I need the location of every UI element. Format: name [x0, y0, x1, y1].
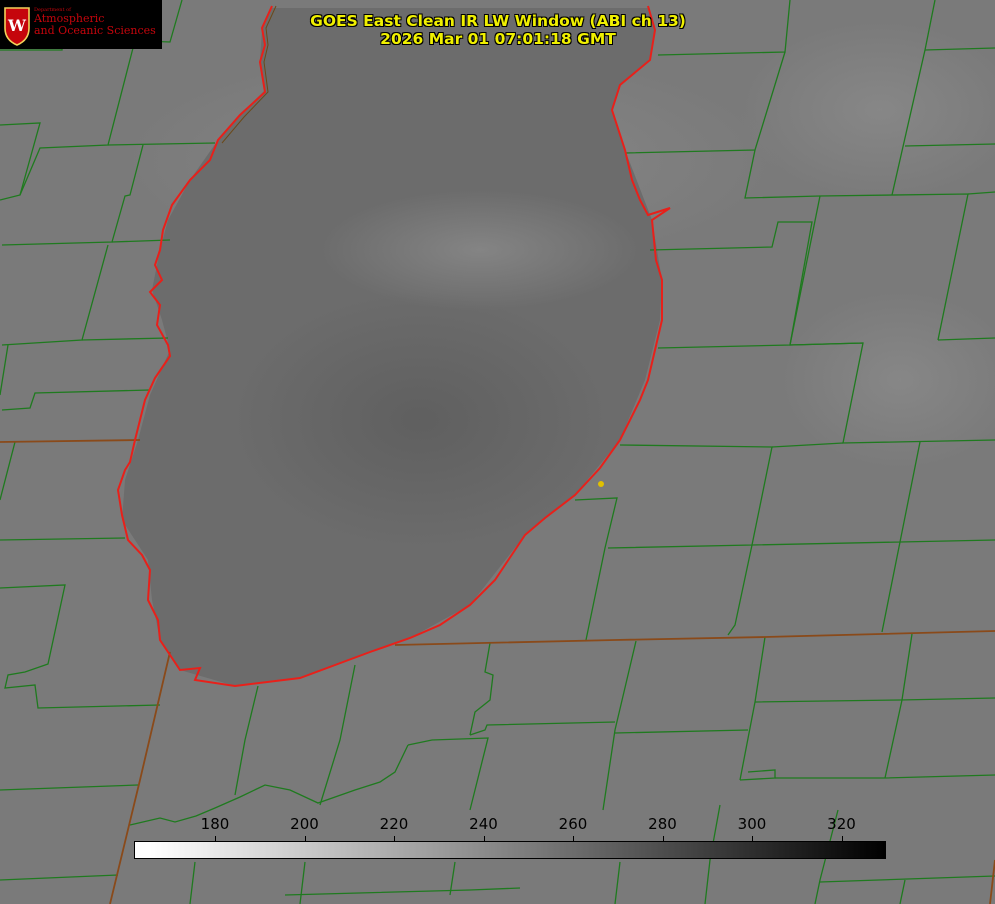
- logo-text: Department of Atmospheric and Oceanic Sc…: [34, 7, 156, 37]
- colorbar-tick-mark: [304, 836, 306, 842]
- colorbar-tick-label: 280: [648, 815, 677, 833]
- colorbar-tick-mark: [752, 836, 753, 842]
- satellite-map: W Department of Atmospheric and Oceanic …: [0, 0, 995, 904]
- colorbar-tick-mark: [483, 836, 485, 842]
- colorbar-tick-mark: [573, 836, 574, 842]
- colorbar-tick-mark: [662, 836, 664, 842]
- map-canvas: [0, 0, 995, 904]
- logo-line2: and Oceanic Sciences: [34, 24, 156, 37]
- colorbar-tick-label: 300: [737, 815, 767, 833]
- colorbar-tick-label: 180: [200, 815, 230, 833]
- uw-aos-logo: W Department of Atmospheric and Oceanic …: [0, 0, 162, 49]
- title-product: GOES East Clean IR LW Window (ABI ch 13): [310, 12, 686, 30]
- colorbar-tick-label: 220: [379, 815, 409, 833]
- colorbar-tick-label: 200: [290, 815, 319, 833]
- cloud-patch: [320, 190, 640, 310]
- uw-crest-icon: W: [4, 7, 30, 46]
- colorbar-tick-mark: [394, 836, 395, 842]
- colorbar-tick-mark: [215, 836, 216, 842]
- colorbar-tick-label: 240: [469, 815, 498, 833]
- image-title: GOES East Clean IR LW Window (ABI ch 13)…: [298, 12, 698, 48]
- colorbar-tick-mark: [841, 836, 843, 842]
- colorbar-tick-label: 320: [827, 815, 856, 833]
- colorbar-tick-label: 260: [558, 815, 588, 833]
- station-marker: [598, 481, 604, 487]
- colorbar: [134, 841, 886, 859]
- svg-text:W: W: [7, 16, 27, 35]
- title-timestamp: 2026 Mar 01 07:01:18 GMT: [380, 30, 616, 48]
